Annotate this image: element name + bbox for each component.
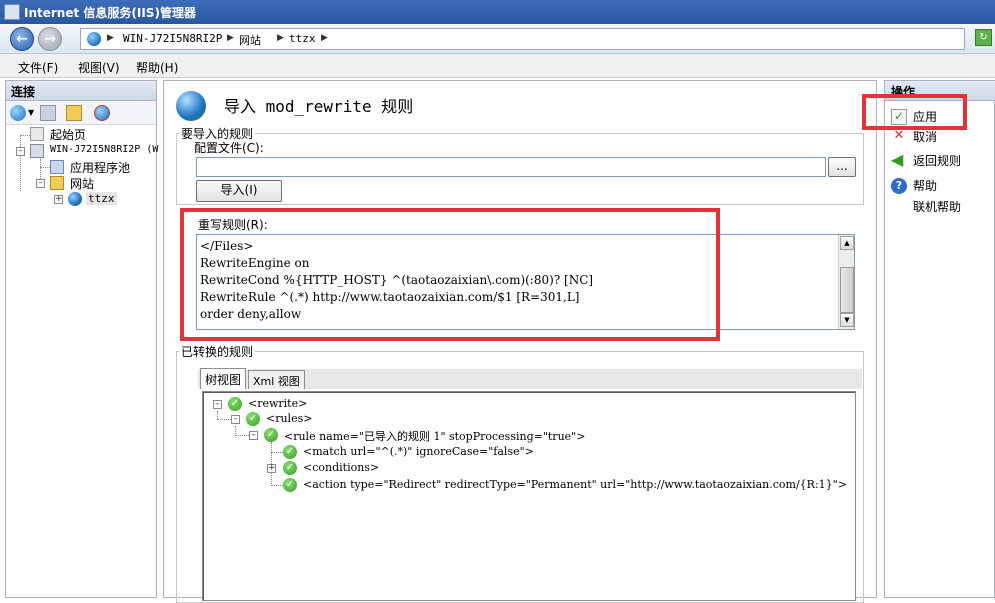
actions-pane: 操作 ✓ 应用 ✕ 取消 ◀ 返回规则 ? 帮助 联机帮助	[884, 80, 995, 598]
collapse-rule-icon[interactable]: –	[249, 431, 258, 440]
address-box[interactable]: ▶ WIN-J72I5N8RI2P ▶ 网站 ▶ ttzx ▶	[80, 28, 965, 50]
menu-help[interactable]: 帮助(H)	[136, 59, 178, 76]
check-icon: ✓	[283, 478, 297, 492]
collapse-sites-icon[interactable]: –	[36, 179, 45, 188]
feature-globe-icon	[176, 91, 206, 121]
site-globe-icon	[68, 192, 82, 206]
xml-node-conditions[interactable]: <conditions>	[303, 461, 379, 474]
help-icon: ?	[891, 178, 907, 194]
tab-xml-view[interactable]: Xml 视图	[248, 370, 305, 389]
expand-conditions-icon[interactable]: +	[267, 464, 276, 473]
collapse-rewrite-icon[interactable]: –	[213, 400, 222, 409]
forward-button[interactable]: →	[38, 27, 62, 51]
breadcrumb-sites[interactable]: 网站	[239, 32, 261, 48]
globe-icon	[87, 32, 101, 46]
breadcrumb-separator-icon: ▶	[107, 33, 114, 43]
back-button[interactable]: ←	[10, 27, 34, 51]
check-icon: ✓	[283, 445, 297, 459]
breadcrumb-server[interactable]: WIN-J72I5N8RI2P	[123, 32, 222, 45]
action-help[interactable]: 帮助	[913, 177, 937, 194]
check-icon: ✓	[246, 412, 260, 426]
tree-app-pools[interactable]: 应用程序池	[70, 159, 130, 176]
back-arrow-icon: ◀	[891, 150, 904, 169]
tree-start-page[interactable]: 起始页	[50, 126, 86, 143]
disconnect-icon[interactable]	[94, 105, 110, 121]
menu-bar: 文件(F) 视图(V) 帮助(H)	[0, 54, 995, 78]
connections-pane: 连接 ▼ 起始页 – WIN-J72I5N8RI2P (W 应用程序池 – 网站…	[5, 80, 158, 598]
scroll-up-icon[interactable]: ▲	[840, 236, 854, 250]
xml-node-rewrite[interactable]: <rewrite>	[248, 397, 307, 410]
rules-highlight-box	[180, 208, 720, 341]
browse-button[interactable]: ...	[828, 157, 856, 177]
config-file-input[interactable]	[196, 157, 826, 177]
scroll-thumb[interactable]	[840, 267, 854, 313]
action-back-to-rules[interactable]: 返回规则	[913, 152, 961, 169]
scroll-down-icon[interactable]: ▼	[840, 313, 854, 327]
start-page-icon	[30, 127, 44, 141]
iis-app-icon	[4, 4, 20, 20]
action-online-help[interactable]: 联机帮助	[913, 198, 961, 215]
tree-site-ttzx[interactable]: ttzx	[86, 192, 117, 205]
connections-toolbar: ▼	[6, 101, 156, 125]
tree-sites[interactable]: 网站	[70, 175, 94, 192]
menu-view[interactable]: 视图(V)	[78, 59, 120, 76]
breadcrumb-site[interactable]: ttzx	[289, 32, 316, 45]
check-icon: ✓	[228, 397, 242, 411]
tree-server[interactable]: WIN-J72I5N8RI2P (W	[50, 144, 158, 155]
collapse-rules-icon[interactable]: –	[231, 415, 240, 424]
xml-node-match[interactable]: <match url="^(.*)" ignoreCase="false">	[303, 445, 534, 458]
server-icon	[30, 144, 44, 158]
expand-site-icon[interactable]: +	[54, 195, 63, 204]
converted-rules-tree[interactable]: – ✓ <rewrite> – ✓ <rules> – ✓ <rule name…	[202, 391, 856, 601]
import-button[interactable]: 导入(I)	[196, 180, 282, 202]
config-file-label: 配置文件(C):	[194, 141, 264, 155]
window-title: Internet 信息服务(IIS)管理器	[24, 6, 196, 20]
sites-folder-icon	[50, 176, 64, 190]
apply-highlight-box	[862, 94, 967, 130]
xml-node-action[interactable]: <action type="Redirect" redirectType="Pe…	[303, 478, 847, 491]
save-icon[interactable]	[40, 105, 56, 121]
breadcrumb-separator-icon: ▶	[321, 33, 328, 43]
menu-file[interactable]: 文件(F)	[18, 59, 58, 76]
up-folder-icon[interactable]	[66, 105, 82, 121]
address-bar: ← → ▶ WIN-J72I5N8RI2P ▶ 网站 ▶ ttzx ▶ ↻	[0, 24, 995, 54]
xml-node-rules[interactable]: <rules>	[266, 412, 312, 425]
cancel-icon: ✕	[893, 128, 905, 143]
check-icon: ✓	[264, 428, 278, 442]
check-icon: ✓	[283, 461, 297, 475]
breadcrumb-separator-icon: ▶	[277, 33, 284, 43]
connect-globe-icon[interactable]	[10, 105, 26, 121]
converted-rules-legend: 已转换的规则	[181, 345, 254, 359]
rules-scrollbar[interactable]: ▲ ▼	[838, 235, 854, 329]
breadcrumb-separator-icon: ▶	[227, 33, 234, 43]
app-pools-icon	[50, 160, 64, 174]
dropdown-arrow-icon[interactable]: ▼	[28, 105, 36, 121]
tab-tree-view[interactable]: 树视图	[200, 368, 247, 389]
collapse-server-icon[interactable]: –	[16, 147, 25, 156]
xml-node-rule[interactable]: <rule name="已导入的规则 1" stopProcessing="tr…	[284, 428, 585, 444]
action-cancel[interactable]: 取消	[913, 128, 937, 145]
page-title: 导入 mod_rewrite 规则	[224, 97, 414, 116]
refresh-icon[interactable]: ↻	[975, 29, 992, 46]
title-bar: Internet 信息服务(IIS)管理器	[0, 0, 995, 24]
connections-title: 连接	[6, 81, 156, 101]
